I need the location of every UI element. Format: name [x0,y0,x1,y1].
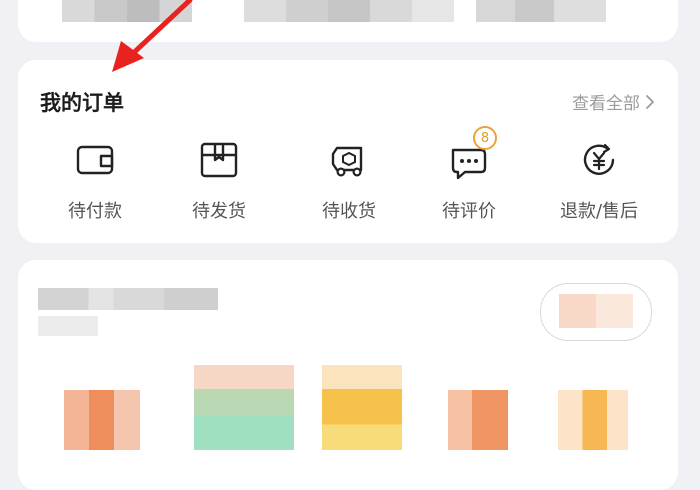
annotation-arrow-icon [112,0,193,72]
